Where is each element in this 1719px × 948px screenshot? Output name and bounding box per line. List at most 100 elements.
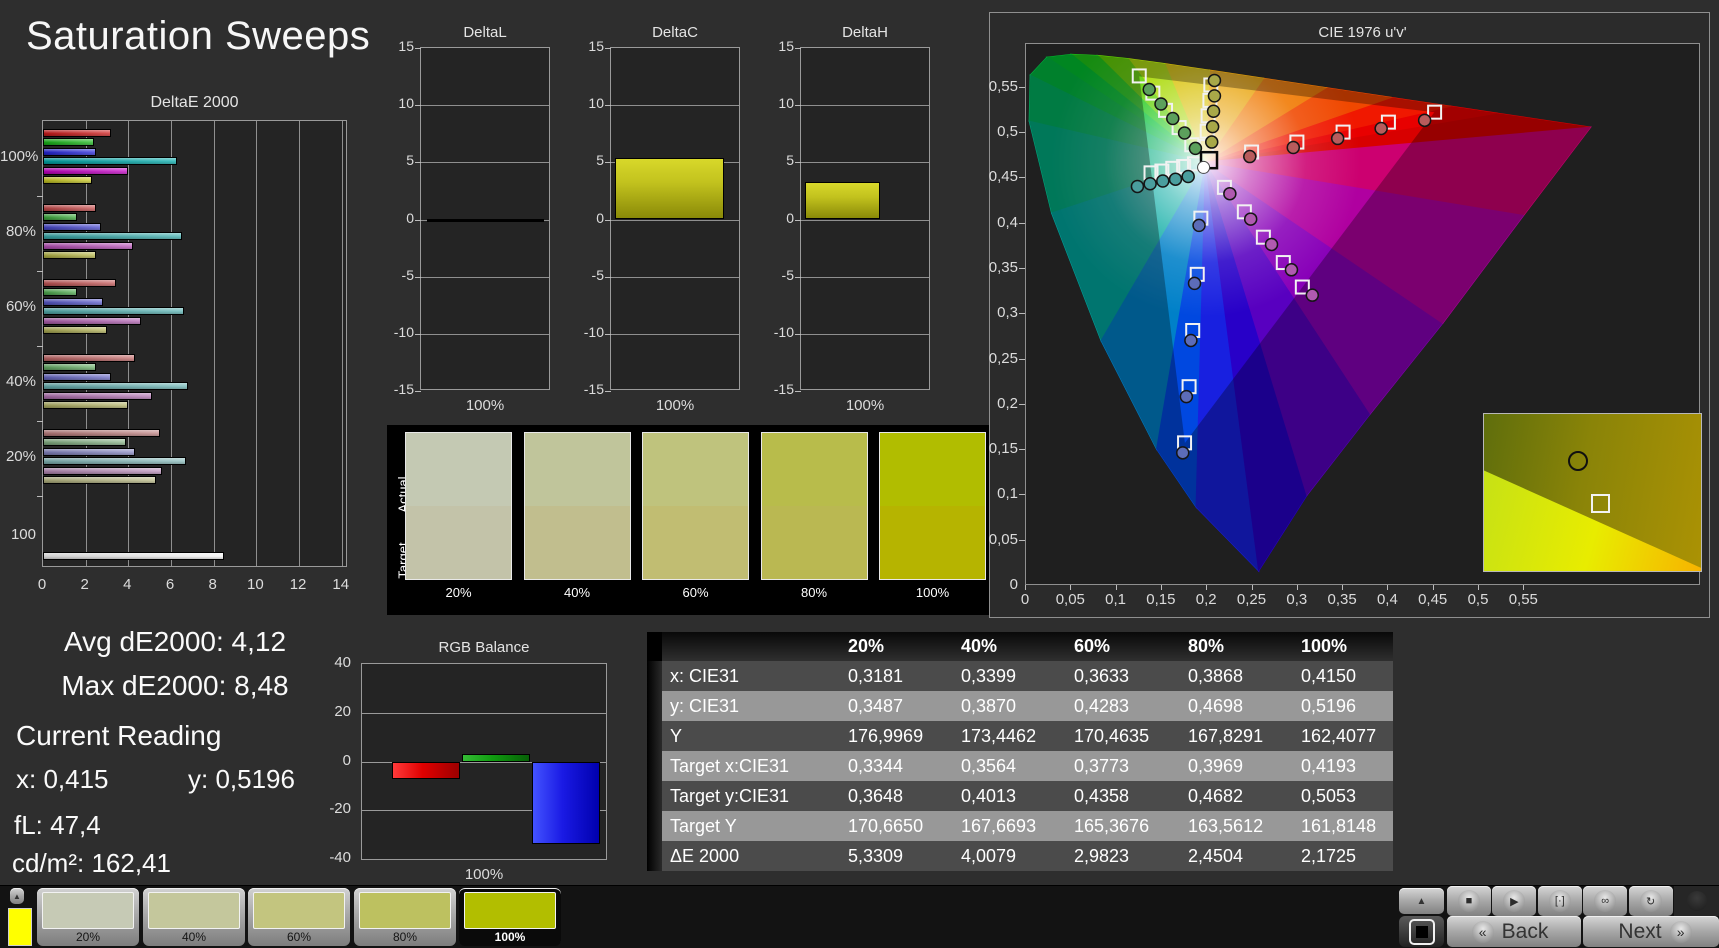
current-color-swatch[interactable] — [8, 908, 32, 946]
table-row: Target x:CIE31 0,3344 0,3564 0,3773 0,3969 0,… — [647, 751, 1393, 781]
sample-label: 40% — [181, 930, 207, 944]
max-de2000-readout: Max dE2000: 8,48 — [61, 670, 289, 701]
refresh-icon: ↻ — [1639, 890, 1662, 912]
grid-5 — [421, 162, 549, 164]
ytickmark — [415, 276, 421, 278]
measured-marker-magenta — [1264, 237, 1279, 252]
ytickmark — [415, 391, 421, 392]
table-row-label: y: CIE31 — [662, 691, 840, 721]
table-cell: 0,3969 — [1180, 751, 1293, 781]
sample-button-20%[interactable]: 20% — [37, 888, 139, 946]
inset-measured-marker — [1567, 450, 1588, 471]
disabled-record-button — [1674, 886, 1719, 916]
refresh-button[interactable]: ↻ — [1628, 886, 1673, 916]
table-row: ΔE 2000 5,3309 4,0079 2,9823 2,4504 2,1725 — [647, 841, 1393, 871]
deltae-group-label: 80% — [5, 223, 36, 240]
deltae-bar-20%-magenta — [43, 466, 163, 475]
actual-swatch — [643, 433, 748, 506]
table-header-cell: 80% — [1188, 636, 1225, 656]
sample-button-40%[interactable]: 40% — [143, 888, 245, 946]
ytickmark — [795, 391, 801, 392]
swatch-label: 60% — [682, 585, 709, 600]
measured-marker-blue — [1184, 333, 1198, 348]
cie-y-tick: 0 — [1009, 576, 1018, 593]
play-icon: ▶ — [1503, 890, 1526, 912]
measured-marker-cyan — [1130, 179, 1145, 194]
deltae-bar-100%-red — [43, 129, 112, 137]
table-cell: 0,4193 — [1293, 751, 1393, 781]
sample-button-100%[interactable]: 100% — [459, 888, 561, 946]
table-header-row: 20% 40% 60% 80% 100% — [647, 632, 1393, 661]
back-button-label: Back — [1501, 919, 1549, 943]
stop-button[interactable]: ■ — [1447, 886, 1491, 916]
measured-marker-red — [1374, 121, 1388, 136]
table-row-label: Y — [662, 721, 840, 751]
step-icon: [·] — [1548, 890, 1571, 912]
cie-y-tickmark — [1019, 494, 1025, 496]
target-swatch — [880, 506, 985, 579]
deltae-bar-80%-green — [43, 213, 78, 222]
grid-0 — [611, 219, 739, 221]
step-button[interactable]: [·] — [1537, 886, 1582, 916]
measured-marker-red — [1243, 149, 1257, 164]
deltae2000-chart-title: DeltaE 2000 — [150, 94, 239, 111]
cie-x-tick: 0,1 — [1105, 591, 1127, 608]
cie-y-tick: 0,4 — [997, 213, 1018, 231]
cie-y-tickmark — [1019, 539, 1025, 541]
measured-marker-blue — [1179, 389, 1194, 404]
table-cell: 0,4358 — [1066, 781, 1180, 811]
x-readout: x: 0,415 — [16, 764, 109, 794]
sample-button-80%[interactable]: 80% — [354, 888, 456, 946]
back-button[interactable]: « Back — [1447, 916, 1581, 947]
target-swatch — [643, 506, 748, 579]
next-button[interactable]: Next » — [1583, 916, 1719, 947]
measured-marker-cyan — [1156, 174, 1170, 188]
stop-session-button[interactable] — [1399, 916, 1444, 947]
table-row-strip — [647, 811, 662, 841]
measured-marker-yellow — [1205, 119, 1220, 134]
play-button[interactable]: ▶ — [1492, 886, 1537, 916]
deltal-chart — [415, 47, 550, 392]
table-cell: 0,3870 — [953, 691, 1066, 721]
measured-marker-green — [1188, 141, 1203, 156]
swatch-pair-60% — [642, 432, 749, 580]
sample-swatch — [148, 892, 240, 929]
target-swatch — [524, 506, 630, 579]
deltae-x-tick: 8 — [208, 576, 217, 593]
table-row-label: ΔE 2000 — [662, 841, 840, 871]
measured-marker-yellow — [1204, 135, 1219, 149]
ytick-0: 0 — [406, 209, 414, 226]
deltae2000-y-axis: 100% 80% 60% 40% 20% 100 — [0, 120, 40, 567]
table-row-strip — [647, 781, 662, 811]
table-cell: 2,9823 — [1066, 841, 1180, 871]
table-cell: 0,3633 — [1066, 661, 1180, 691]
deltae-bar-80%-yellow — [43, 251, 97, 259]
table-row: Target y:CIE31 0,3648 0,4013 0,4358 0,4682 0,… — [647, 781, 1393, 811]
deltae-bar-60%-cyan — [43, 307, 184, 316]
sample-swatch — [42, 892, 134, 929]
ytick--15: -15 — [393, 381, 414, 397]
ytick-10: 10 — [588, 95, 604, 112]
grid--5 — [421, 276, 549, 278]
fl-readout: fL: 47,4 — [14, 810, 101, 840]
loop-button[interactable]: ∞ — [1583, 886, 1628, 916]
measured-marker-green — [1142, 82, 1156, 97]
stop-icon: ■ — [1458, 890, 1480, 912]
next-button-label: Next — [1618, 919, 1662, 943]
cie-x-tick: 0,4 — [1376, 591, 1398, 608]
deltae-bar-60%-blue — [43, 297, 103, 306]
grid--10 — [421, 333, 549, 335]
deltae-bar-20%-cyan — [43, 457, 186, 466]
ytick-15: 15 — [398, 38, 414, 54]
table-cell: 0,4283 — [1066, 691, 1180, 721]
deltae-gridline — [256, 121, 258, 566]
table-row-label: x: CIE31 — [662, 661, 840, 691]
cie-y-tick: 0,3 — [997, 304, 1018, 322]
sample-button-60%[interactable]: 60% — [248, 888, 350, 946]
rgb-balance-x-label: 100% — [464, 866, 504, 883]
r gb-balance-chart — [361, 663, 607, 860]
deltae-gridline — [213, 121, 215, 566]
scroll-up-icon[interactable]: ▲ — [10, 888, 24, 904]
panel-up-icon[interactable]: ▲ — [1399, 888, 1444, 914]
table-cell: 0,3399 — [953, 661, 1066, 691]
